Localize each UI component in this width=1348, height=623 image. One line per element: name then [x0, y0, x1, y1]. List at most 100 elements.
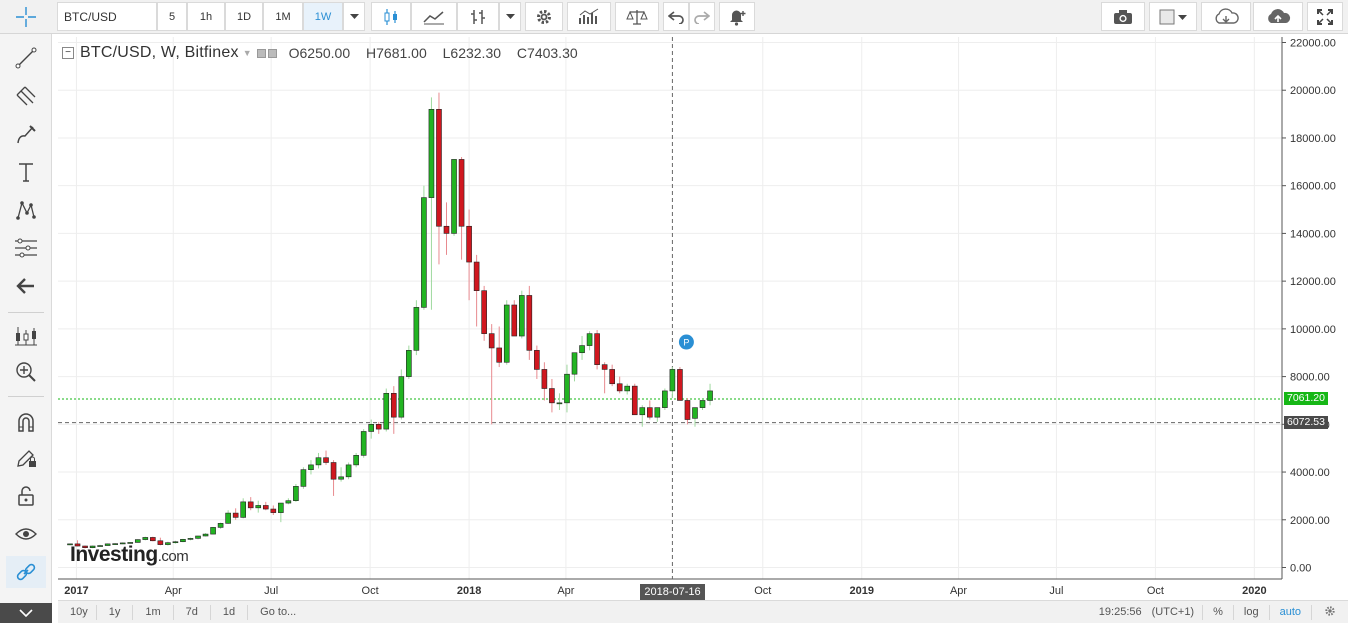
- price-tick-label: 8000.00: [1290, 372, 1330, 384]
- redo-icon: [694, 10, 710, 24]
- range-1d-button[interactable]: 1d: [211, 604, 249, 620]
- range-1m-button[interactable]: 1m: [133, 604, 174, 620]
- chart-settings-button[interactable]: [1312, 605, 1348, 620]
- open-value: O6250.00: [288, 45, 351, 61]
- candle-body: [699, 400, 706, 408]
- legend-collapse-button[interactable]: −: [62, 47, 74, 59]
- candle-body: [549, 388, 555, 404]
- percent-scale-button[interactable]: %: [1203, 604, 1234, 620]
- candle-body: [150, 537, 156, 542]
- alert-button[interactable]: [719, 2, 755, 31]
- long-position-tool[interactable]: [6, 320, 46, 352]
- candle-body: [654, 407, 661, 418]
- zoom-tool[interactable]: [6, 356, 46, 388]
- auto-scale-button[interactable]: auto: [1270, 604, 1312, 620]
- color-picker-button[interactable]: [1149, 2, 1197, 31]
- interval-dropdown-button[interactable]: [343, 2, 365, 31]
- lock-drawings-tool[interactable]: [6, 442, 46, 474]
- settings-button[interactable]: [525, 2, 563, 31]
- candle-body: [406, 350, 412, 377]
- range-10y-button[interactable]: 10y: [58, 604, 97, 620]
- candle-body: [195, 535, 201, 539]
- interval-1w-button[interactable]: 1W: [303, 2, 343, 31]
- crosshair-tool[interactable]: [6, 0, 46, 34]
- high-value: H7681.00: [366, 45, 427, 61]
- candle-body: [300, 469, 307, 487]
- sync-drawings-tool[interactable]: [6, 556, 46, 588]
- candle-body: [526, 295, 533, 351]
- pattern-tool[interactable]: [6, 194, 46, 226]
- snapshot-button[interactable]: [1101, 2, 1145, 31]
- unlock-tool[interactable]: [6, 480, 46, 512]
- time-tick-label: Oct: [362, 585, 379, 597]
- symbol-input[interactable]: BTC/USD: [57, 2, 157, 31]
- bars-style-button[interactable]: [457, 2, 499, 31]
- pitchfork-icon: [16, 86, 36, 106]
- candle-body: [323, 457, 329, 463]
- chevron-down-icon: [349, 14, 359, 19]
- interval-5-button[interactable]: 5: [157, 2, 187, 31]
- toolbar-collapse-button[interactable]: [0, 603, 52, 623]
- legend-symbol[interactable]: BTC/USD, W, Bitfinex: [80, 44, 239, 62]
- indicators-icon: [579, 8, 599, 24]
- fib-tool[interactable]: [6, 232, 46, 264]
- chart-area[interactable]: 22000.00 20000.00 18000.00 16000.00 14000.00…: [58, 37, 1348, 603]
- log-scale-button[interactable]: log: [1234, 604, 1270, 620]
- candle-body: [225, 512, 231, 524]
- price-chart[interactable]: 22000.00 20000.00 18000.00 16000.00 14000.00…: [58, 37, 1348, 603]
- save-cloud-button[interactable]: [1253, 2, 1303, 31]
- candle-body: [601, 364, 608, 370]
- pattern-icon: [16, 201, 36, 220]
- candle-body: [443, 225, 450, 234]
- load-cloud-button[interactable]: [1201, 2, 1251, 31]
- fullscreen-button[interactable]: [1307, 2, 1343, 31]
- range-7d-button[interactable]: 7d: [174, 604, 211, 620]
- candles-style-button[interactable]: [371, 2, 411, 31]
- fullscreen-icon: [1317, 8, 1333, 25]
- text-tool[interactable]: [6, 156, 46, 188]
- candle-body: [330, 462, 337, 480]
- candle-body: [534, 350, 540, 370]
- candle-body: [639, 407, 646, 416]
- logo-suffix: .com: [157, 548, 189, 565]
- cloud-download-icon: [1215, 7, 1239, 24]
- redo-button[interactable]: [689, 2, 715, 31]
- trend-line-tool[interactable]: [6, 42, 46, 74]
- candle-body: [564, 373, 570, 404]
- style-dropdown-button[interactable]: [499, 2, 521, 31]
- interval-1h-button[interactable]: 1h: [187, 2, 225, 31]
- close-square-icon[interactable]: [267, 48, 277, 58]
- candle-body: [278, 502, 284, 513]
- time-tick-label: 2019: [849, 585, 873, 597]
- candle-body: [375, 424, 382, 430]
- magnet-icon: [18, 413, 34, 432]
- price-tick-label: 4000.00: [1290, 467, 1330, 479]
- candle-body: [270, 508, 277, 513]
- caret-down-icon[interactable]: ▼: [243, 48, 252, 58]
- settings-square-icon[interactable]: [256, 48, 266, 58]
- brush-tool[interactable]: [6, 118, 46, 150]
- visibility-tool[interactable]: [6, 518, 46, 550]
- range-1y-button[interactable]: 1y: [97, 604, 134, 620]
- undo-button[interactable]: [663, 2, 689, 31]
- goto-date-button[interactable]: Go to...: [248, 605, 304, 620]
- hide-toolbar-button[interactable]: [6, 270, 46, 302]
- compare-button[interactable]: [615, 2, 659, 31]
- indicators-button[interactable]: [567, 2, 611, 31]
- candle-body: [293, 486, 299, 501]
- time-tick-label: 2020: [1242, 585, 1266, 597]
- interval-1d-button[interactable]: 1D: [225, 2, 263, 31]
- interval-1m-button[interactable]: 1M: [263, 2, 303, 31]
- pitchfork-tool[interactable]: [6, 80, 46, 112]
- timezone-button[interactable]: (UTC+1): [1144, 604, 1204, 620]
- camera-icon: [1114, 9, 1132, 24]
- candle-body: [571, 352, 578, 375]
- magnet-tool[interactable]: [6, 406, 46, 438]
- candle-body: [631, 385, 638, 416]
- price-tick-label: 20000.00: [1290, 85, 1336, 97]
- event-marker-label: P: [683, 338, 689, 348]
- candle-body: [338, 476, 344, 480]
- link-icon: [16, 563, 36, 581]
- line-style-button[interactable]: [411, 2, 457, 31]
- candle-body: [285, 500, 292, 504]
